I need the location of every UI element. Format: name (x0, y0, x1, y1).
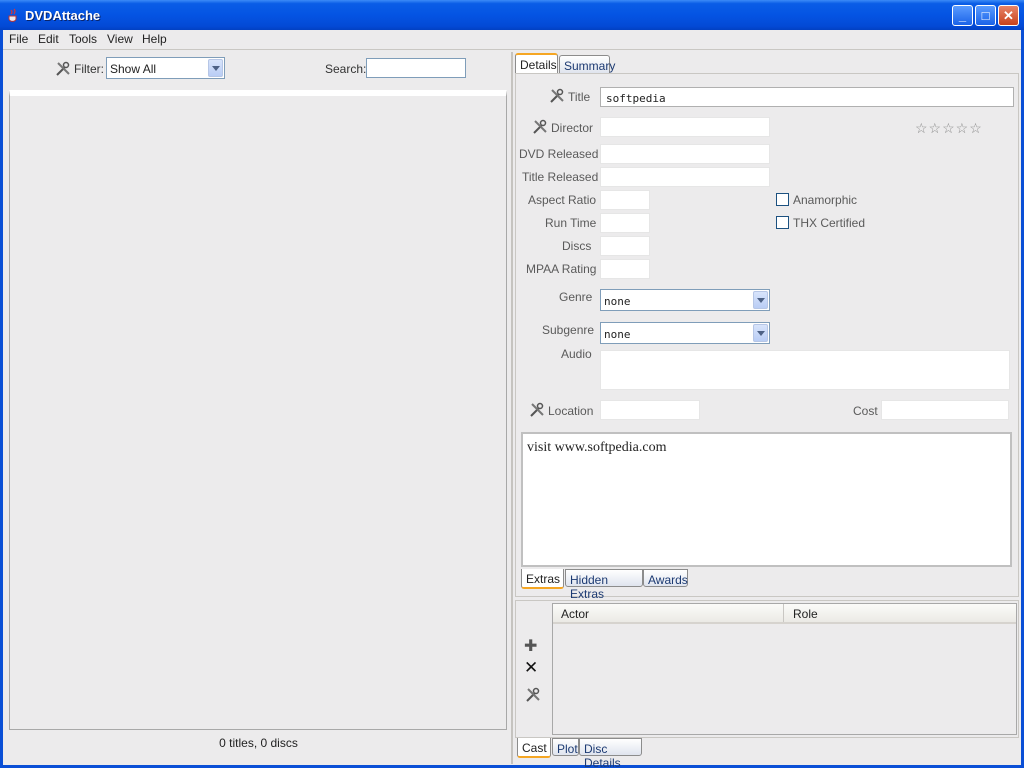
cost-input[interactable] (881, 400, 1009, 420)
location-input[interactable] (600, 400, 700, 420)
run-time-input[interactable] (600, 213, 650, 233)
director-input[interactable] (600, 117, 770, 137)
status-text: 0 titles, 0 discs (219, 736, 298, 750)
location-label: Location (548, 404, 594, 418)
aspect-ratio-label: Aspect Ratio (528, 193, 597, 207)
filter-value: Show All (110, 62, 157, 76)
discs-input[interactable] (600, 236, 650, 256)
column-actor[interactable]: Actor (561, 607, 589, 621)
app-window: DVDAttache _ □ ✕ File Edit Tools View He… (0, 0, 1024, 768)
rating-stars[interactable]: ☆☆☆☆☆ (915, 120, 983, 137)
audio-label: Audio (561, 347, 592, 361)
mpaa-rating-input[interactable] (600, 259, 650, 279)
maximize-icon: □ (981, 8, 990, 23)
subgenre-label: Subgenre (542, 323, 595, 337)
add-icon[interactable]: ✚ (524, 636, 540, 655)
title-list[interactable] (9, 90, 507, 730)
title-label: Title (568, 90, 591, 104)
dvd-released-input[interactable] (600, 144, 770, 164)
title-released-label: Title Released (522, 170, 599, 184)
window-title: DVDAttache (25, 8, 101, 23)
audio-input[interactable] (600, 350, 1010, 390)
title-released-input[interactable] (600, 167, 770, 187)
title-bar[interactable]: DVDAttache _ □ ✕ (0, 0, 1024, 30)
run-time-label: Run Time (545, 216, 597, 230)
minimize-icon: _ (958, 8, 967, 23)
cost-label: Cost (853, 404, 878, 418)
discs-label: Discs (562, 239, 592, 253)
close-icon: ✕ (1003, 8, 1014, 23)
dvd-released-label: DVD Released (519, 147, 599, 161)
menu-tools[interactable]: Tools (69, 32, 97, 46)
tab-disc-details[interactable]: Disc Details (579, 738, 642, 768)
genre-select[interactable]: none (600, 289, 770, 311)
tools-icon[interactable] (55, 61, 71, 77)
genre-label: Genre (559, 290, 593, 304)
chevron-down-icon[interactable] (753, 291, 768, 309)
tab-summary[interactable]: Summary (559, 55, 615, 73)
tab-extras[interactable]: Extras (521, 569, 564, 589)
tab-cast[interactable]: Cast (517, 738, 551, 758)
anamorphic-checkbox[interactable] (776, 193, 789, 206)
subgenre-select[interactable]: none (600, 322, 770, 344)
tools-icon[interactable] (549, 88, 565, 104)
tab-awards[interactable]: Awards (643, 569, 688, 587)
notes-textarea[interactable]: visit www.softpedia.com (521, 432, 1012, 567)
tools-icon[interactable] (532, 119, 548, 135)
menu-edit[interactable]: Edit (38, 32, 59, 46)
maximize-button[interactable]: □ (975, 5, 996, 26)
tab-plot[interactable]: Plot (552, 738, 579, 756)
menu-help[interactable]: Help (142, 32, 167, 46)
close-button[interactable]: ✕ (998, 5, 1019, 26)
title-list-pane: Filter: Show All Search: 0 titles, 0 dis… (6, 52, 511, 764)
title-input[interactable]: softpedia (600, 87, 1014, 107)
filter-select[interactable]: Show All (106, 57, 225, 79)
menu-bar: File Edit Tools View Help (3, 30, 1021, 50)
thx-label: THX Certified (793, 216, 866, 230)
tools-icon[interactable] (529, 402, 545, 418)
cast-panel: ✚ ✕ Actor Role (515, 600, 1019, 738)
tab-details[interactable]: Details (515, 53, 558, 73)
filter-label: Filter: (74, 62, 104, 76)
tools-icon[interactable] (525, 687, 541, 703)
anamorphic-label: Anamorphic (793, 193, 858, 207)
director-label: Director (551, 121, 594, 135)
mpaa-rating-label: MPAA Rating (526, 262, 597, 276)
search-input[interactable] (366, 58, 466, 78)
menu-file[interactable]: File (9, 32, 28, 46)
aspect-ratio-input[interactable] (600, 190, 650, 210)
cast-table[interactable]: Actor Role (552, 603, 1017, 735)
chevron-down-icon[interactable] (208, 59, 223, 77)
thx-checkbox[interactable] (776, 216, 789, 229)
menu-view[interactable]: View (107, 32, 133, 46)
delete-icon[interactable]: ✕ (524, 658, 540, 677)
details-pane: Details Summary Title softpedia Director… (513, 52, 1021, 768)
tab-hidden-extras[interactable]: Hidden Extras (565, 569, 643, 601)
chevron-down-icon[interactable] (753, 324, 768, 342)
details-panel: Title softpedia Director ☆☆☆☆☆ DVD Relea… (515, 73, 1019, 601)
java-cup-icon (8, 8, 17, 22)
search-label: Search: (325, 62, 367, 76)
column-role[interactable]: Role (783, 604, 818, 622)
cast-table-header: Actor Role (553, 604, 1016, 624)
minimize-button[interactable]: _ (952, 5, 973, 26)
